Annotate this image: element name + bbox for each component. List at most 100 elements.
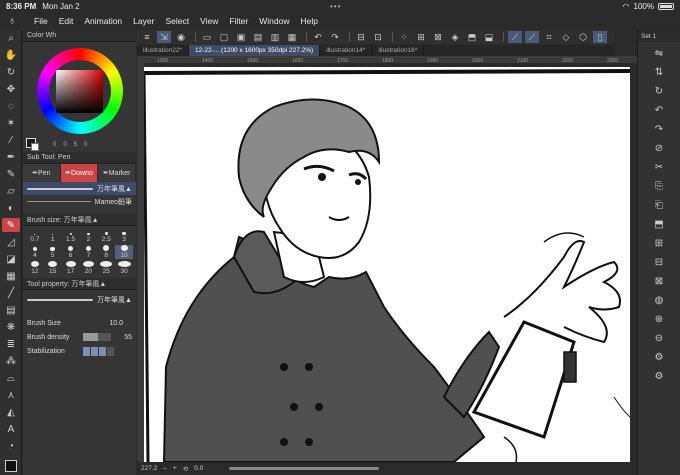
rotate-icon[interactable]: ↻ (2, 65, 20, 79)
3d-icon[interactable]: ⬡ (576, 31, 590, 43)
deselect-icon[interactable]: ⊡ (371, 31, 385, 43)
canvas-area[interactable]: 1300 1400 1500 1600 1700 1800 1900 2000 2100 2200… (137, 56, 637, 462)
new-icon[interactable]: ▭ (200, 31, 214, 43)
invert-icon[interactable]: ⊠ (652, 274, 666, 288)
invert-selection-icon[interactable]: ⊠ (431, 31, 445, 43)
brush-size-option[interactable]: 1 (44, 229, 62, 243)
menu-file[interactable]: File (34, 16, 48, 26)
brush-size-option[interactable]: 5 (44, 245, 62, 259)
deselect-icon[interactable]: ⊟ (652, 255, 666, 269)
zoom-icon[interactable]: ⌕ (2, 31, 20, 45)
multitask-dots-icon[interactable]: ••• (330, 2, 341, 11)
stabilization-steps[interactable] (83, 346, 114, 356)
airbrush-icon[interactable]: ⁂ (2, 354, 20, 368)
stabilization-step[interactable] (83, 346, 90, 356)
scale-icon[interactable]: ⬓ (482, 31, 496, 43)
doc-tab[interactable]: illustration16* (372, 45, 425, 56)
figure-icon[interactable]: ⌓ (2, 371, 20, 385)
undo-icon[interactable]: ↶ (311, 31, 325, 43)
expand-icon[interactable]: ⊕ (652, 312, 666, 326)
brush-size-option[interactable]: 8 (97, 245, 115, 259)
blend-icon[interactable]: ◐ (2, 201, 20, 215)
decoration-icon[interactable]: ❋ (2, 320, 20, 334)
paste-icon[interactable]: ▦ (285, 31, 299, 43)
select-all-icon[interactable]: ⊞ (652, 236, 666, 250)
clear-icon[interactable]: ⊘ (652, 141, 666, 155)
brush-item[interactable]: 万年筆風▲ (23, 182, 136, 195)
tab-marker[interactable]: ✒ Marker (98, 164, 137, 182)
brush-size-option[interactable]: 2 (80, 229, 98, 243)
shrink-icon[interactable]: ⊖ (652, 331, 666, 345)
zoom-in-icon[interactable]: + (173, 465, 177, 472)
settings-icon[interactable]: ⚙ (652, 350, 666, 364)
gradient-icon[interactable]: ▦ (2, 269, 20, 283)
brush-size-option[interactable]: 20 (80, 261, 98, 275)
tool-property-preset[interactable]: 万年筆風▲ (23, 290, 136, 310)
line-icon[interactable]: ╱ (2, 286, 20, 300)
pen-icon[interactable]: ✒ (2, 150, 20, 164)
fill-selection-icon[interactable]: ◈ (448, 31, 462, 43)
perspective-icon[interactable]: ◇ (559, 31, 573, 43)
text-icon[interactable]: A (2, 422, 20, 436)
lasso-fill-icon[interactable]: ◍ (652, 293, 666, 307)
menu-icon[interactable]: ≡ (140, 31, 154, 43)
redo-icon[interactable]: ↷ (652, 122, 666, 136)
zoom-out-icon[interactable]: – (163, 465, 167, 472)
menu-window[interactable]: Window (259, 16, 289, 26)
export-icon[interactable]: ▤ (251, 31, 265, 43)
copy-icon[interactable]: ▥ (268, 31, 282, 43)
gear-icon[interactable]: ⚙ (652, 369, 666, 383)
app-logo-icon[interactable]: ♁ (8, 15, 20, 27)
brush-size-option[interactable]: 3 (115, 229, 133, 243)
special-ruler-snap-icon[interactable]: ⟋ (525, 31, 539, 43)
transform-icon[interactable]: ⬒ (652, 217, 666, 231)
sub-color-swatch[interactable] (31, 143, 39, 151)
menu-select[interactable]: Select (165, 16, 189, 26)
eyedropper-icon[interactable]: ⁄ (2, 133, 20, 147)
flip-horizontal-icon[interactable]: ⇋ (652, 46, 666, 60)
paste-icon[interactable]: ⎗ (652, 198, 666, 212)
stabilization-step[interactable] (91, 346, 98, 356)
fill-bucket-icon[interactable]: ◭ (2, 405, 20, 419)
menu-filter[interactable]: Filter (229, 16, 248, 26)
quick-access-title[interactable]: Set 1 (641, 33, 656, 40)
color-swatch-icon[interactable] (2, 459, 20, 473)
expand-selection-icon[interactable]: ⊞ (414, 31, 428, 43)
canvas-paper[interactable] (142, 67, 631, 462)
tab-downo[interactable]: ✒ Downo (60, 164, 99, 182)
save-icon[interactable]: ▣ (234, 31, 248, 43)
brush-size-option[interactable]: 0.7 (26, 229, 44, 243)
doc-tab-active[interactable]: 12-22-... (1200 x 1600px 350dpi 227.2%) (189, 45, 321, 56)
stabilization-step[interactable] (107, 346, 114, 356)
copy-icon[interactable]: ⎘ (652, 179, 666, 193)
device-icon[interactable]: ▯ (593, 31, 607, 43)
brush-size-option[interactable]: 25 (97, 261, 115, 275)
flip-vertical-icon[interactable]: ⇅ (652, 65, 666, 79)
brush-size-row[interactable]: Brush Size 10.0 (23, 316, 136, 330)
brush-size-option[interactable]: 2.5 (97, 229, 115, 243)
rotate-icon[interactable]: ↻ (652, 84, 666, 98)
layer-move-icon[interactable]: ⇲ (157, 31, 171, 43)
brush-size-option[interactable]: 6 (62, 245, 80, 259)
move-icon[interactable]: ✥ (2, 82, 20, 96)
correction-icon[interactable]: ≣ (2, 337, 20, 351)
horizontal-scrollbar[interactable] (229, 467, 380, 470)
menu-animation[interactable]: Animation (84, 16, 122, 26)
zoom-value[interactable]: 227.2 (141, 465, 157, 472)
magic-wand-icon[interactable]: ✶ (2, 116, 20, 130)
rotate-reset-icon[interactable]: ⟲ (183, 465, 188, 473)
stabilization-row[interactable]: Stabilization (23, 344, 136, 358)
fill-icon[interactable]: ◪ (2, 252, 20, 266)
redo-icon[interactable]: ↷ (328, 31, 342, 43)
doc-tab[interactable]: illustration22* (137, 45, 190, 56)
grid-snap-icon[interactable]: ⌗ (542, 31, 556, 43)
balloon-icon[interactable]: ◔ (2, 439, 20, 453)
undo-icon[interactable]: ↶ (652, 103, 666, 117)
selection-launcher-icon[interactable]: ⁘ (397, 31, 411, 43)
pencil-icon[interactable]: ✎ (2, 167, 20, 181)
open-icon[interactable]: ▢ (217, 31, 231, 43)
menu-edit[interactable]: Edit (59, 16, 74, 26)
lasso-icon[interactable]: ◌ (2, 99, 20, 113)
brush-size-option[interactable]: 30 (115, 261, 133, 275)
brush-item[interactable]: Mameo鉛筆 (23, 195, 136, 208)
